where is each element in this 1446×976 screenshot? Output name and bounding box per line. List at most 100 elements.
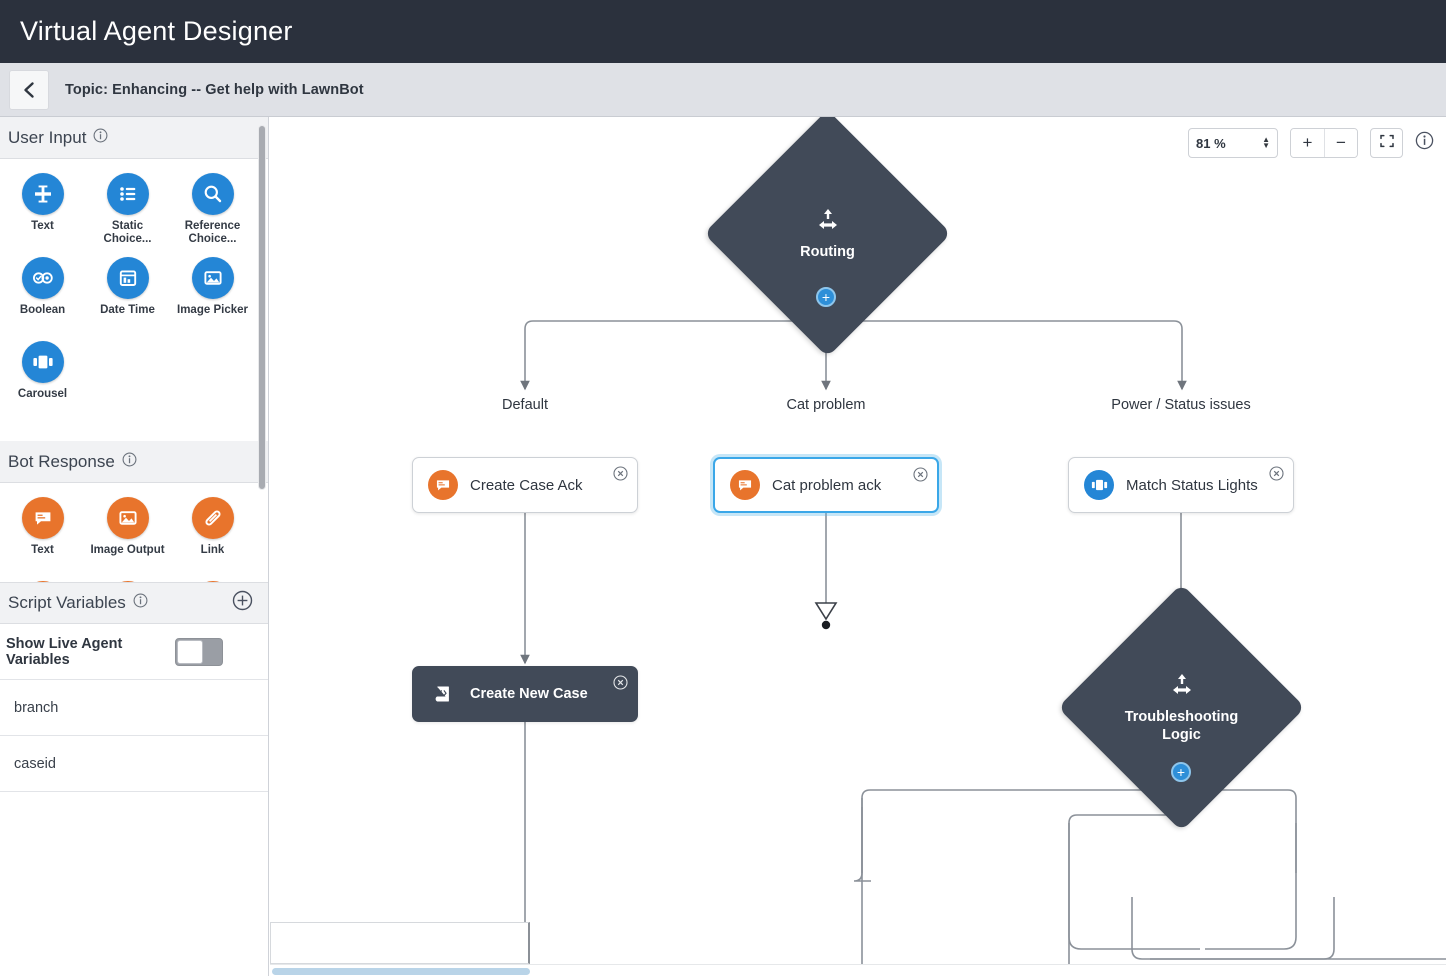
zoom-level-value: 81 % — [1196, 136, 1226, 151]
node-cat-problem-ack[interactable]: Cat problem ack — [713, 457, 939, 513]
palette-item-carousel[interactable]: Carousel — [0, 341, 85, 419]
palette-item-label: Image Picker — [177, 304, 248, 317]
palette-item-static-choice[interactable]: Static Choice... — [85, 173, 170, 251]
node-label: Create New Case — [470, 686, 588, 702]
close-circle-icon[interactable] — [613, 675, 628, 695]
node-partial-offscreen[interactable] — [270, 922, 530, 964]
palette-item-label: Text — [31, 544, 54, 557]
node-label: Match Status Lights — [1126, 477, 1258, 494]
carousel-icon — [1084, 470, 1114, 500]
zoom-in-button[interactable]: + — [1291, 129, 1324, 157]
palette-item-label: Reference Choice... — [173, 220, 253, 245]
canvas-horizontal-scrollbar[interactable] — [270, 964, 1446, 976]
back-button[interactable] — [9, 70, 49, 110]
zoom-out-button[interactable]: − — [1324, 129, 1357, 157]
close-circle-icon[interactable] — [913, 467, 928, 487]
palette-item-label: Link — [201, 544, 225, 557]
text-input-icon — [22, 173, 64, 215]
node-create-case-ack[interactable]: Create Case Ack — [412, 457, 638, 513]
flow-canvas[interactable]: 81 % ▲▼ + − — [270, 117, 1446, 976]
node-match-status-lights[interactable]: Match Status Lights — [1068, 457, 1294, 513]
stepper-icon[interactable]: ▲▼ — [1262, 137, 1270, 149]
palette-item-date-time[interactable]: Date Time — [85, 257, 170, 335]
image-icon — [107, 497, 149, 539]
palette-item-link[interactable]: Link — [170, 497, 255, 575]
routing-icon — [815, 206, 841, 237]
routing-icon — [1169, 671, 1195, 702]
fit-screen-icon — [1379, 133, 1395, 154]
close-circle-icon[interactable] — [1269, 466, 1284, 486]
toggle-label: Show Live Agent Variables — [4, 636, 175, 668]
script-variable-name: branch — [0, 700, 58, 716]
breadcrumb: Topic: Enhancing -- Get help with LawnBo… — [65, 82, 364, 98]
branch-label-default: Default — [502, 397, 548, 413]
virtual-agent-designer-app: Virtual Agent Designer Topic: Enhancing … — [0, 0, 1446, 976]
zoom-buttons: + − — [1290, 128, 1358, 158]
palette-scrollbar[interactable] — [258, 125, 266, 490]
canvas-info-button[interactable] — [1415, 131, 1434, 155]
palette-item-label: Static Choice... — [88, 220, 168, 245]
speech-bubble-icon — [428, 470, 458, 500]
info-icon[interactable] — [122, 452, 137, 472]
section-title-script-variables: Script Variables — [8, 593, 126, 613]
node-create-new-case[interactable]: Create New Case — [412, 666, 638, 722]
chevron-left-icon — [21, 81, 37, 99]
show-live-agent-variables-toggle[interactable] — [175, 638, 223, 666]
palette-item-reference-choice[interactable]: Reference Choice... — [170, 173, 255, 251]
palette-item-image-picker[interactable]: Image Picker — [170, 257, 255, 335]
speech-bubble-icon — [730, 470, 760, 500]
zoom-level-select[interactable]: 81 % ▲▼ — [1188, 128, 1278, 158]
canvas-zoom-toolbar: 81 % ▲▼ + − — [1188, 128, 1434, 158]
script-variables-list: Show Live Agent Variables branch caseid — [0, 624, 269, 792]
palette-item-image-output[interactable]: Image Output — [85, 497, 170, 575]
node-label: Routing — [800, 243, 855, 261]
section-title-bot-response: Bot Response — [8, 452, 115, 472]
palette-item-label: Image Output — [90, 544, 164, 557]
show-live-agent-variables-row: Show Live Agent Variables — [0, 624, 269, 680]
palette-item-text[interactable]: Text — [0, 173, 85, 251]
script-variable-row[interactable]: branch — [0, 680, 269, 736]
palette-item-label: Boolean — [20, 304, 65, 317]
palette-item-label: Date Time — [100, 304, 155, 317]
node-label: Create Case Ack — [470, 477, 583, 494]
branch-label-cat-problem: Cat problem — [787, 397, 866, 413]
add-branch-troubleshooting[interactable]: + — [1171, 762, 1191, 782]
script-variable-row[interactable]: caseid — [0, 736, 269, 792]
toggle-knob — [177, 640, 203, 664]
left-sidebar: User Input Text Static Choice... — [0, 117, 269, 976]
palette-user-input: Text Static Choice... Reference Choice..… — [0, 159, 268, 431]
boolean-icon — [22, 257, 64, 299]
palette-item-label: Text — [31, 220, 54, 233]
section-title-user-input: User Input — [8, 128, 86, 148]
search-icon — [192, 173, 234, 215]
list-icon — [107, 173, 149, 215]
section-header-user-input: User Input — [0, 117, 268, 159]
palette-item-bot-text[interactable]: Text — [0, 497, 85, 575]
image-icon — [192, 257, 234, 299]
info-icon[interactable] — [93, 128, 108, 148]
node-label: Cat problem ack — [772, 477, 881, 494]
script-variable-name: caseid — [0, 756, 56, 772]
branch-label-power-status-issues: Power / Status issues — [1111, 397, 1250, 413]
fit-to-screen-button[interactable] — [1370, 128, 1403, 158]
script-icon — [428, 679, 458, 709]
close-circle-icon[interactable] — [613, 466, 628, 486]
topic-bar: Topic: Enhancing -- Get help with LawnBo… — [0, 63, 1446, 117]
page-title: Virtual Agent Designer — [0, 16, 293, 47]
info-icon — [1415, 131, 1434, 155]
flow-end-terminator — [816, 603, 836, 619]
add-branch-routing[interactable]: + — [816, 287, 836, 307]
app-header: Virtual Agent Designer — [0, 0, 1446, 63]
section-header-bot-response: Bot Response — [0, 441, 268, 483]
section-header-script-variables: Script Variables — [0, 582, 269, 624]
speech-bubble-icon — [22, 497, 64, 539]
node-label: Troubleshooting Logic — [1122, 708, 1242, 744]
palette-item-label: Carousel — [18, 388, 67, 401]
palette-item-boolean[interactable]: Boolean — [0, 257, 85, 335]
calendar-icon — [107, 257, 149, 299]
carousel-icon — [22, 341, 64, 383]
info-icon[interactable] — [133, 593, 148, 613]
scrollbar-thumb[interactable] — [272, 968, 530, 975]
link-icon — [192, 497, 234, 539]
add-script-variable-button[interactable] — [232, 590, 253, 616]
